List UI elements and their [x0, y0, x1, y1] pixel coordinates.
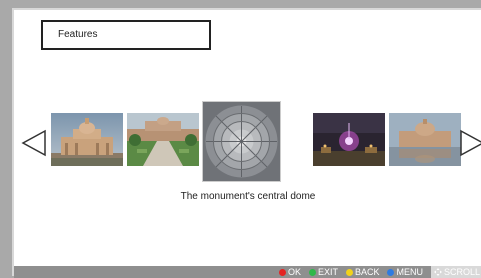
thumbnail-garden-courtyard[interactable]	[127, 113, 199, 166]
title-box: Features	[41, 20, 211, 50]
next-arrow-icon[interactable]	[459, 129, 481, 162]
green-dot-icon	[308, 268, 316, 276]
bottom-bar: OK EXIT BACK MENU SCROLL	[14, 266, 481, 278]
thumbnail-dome-interior[interactable]	[202, 101, 281, 182]
image-caption: The monument's central dome	[180, 191, 316, 202]
main-panel: Features The monument's central dome OK …	[12, 8, 481, 278]
blue-dot-icon	[387, 268, 395, 276]
red-dot-icon	[278, 268, 286, 276]
previous-arrow-icon[interactable]	[21, 129, 47, 162]
page-title: Features	[58, 29, 98, 40]
button-legend: OK EXIT BACK MENU SCROLL	[278, 266, 481, 278]
thumbnail-night-lights[interactable]	[313, 113, 385, 166]
scroll-arrows-icon	[433, 268, 442, 276]
thumbnail-temple-facade[interactable]	[51, 113, 123, 166]
thumbnail-temple-reflection[interactable]	[389, 113, 461, 166]
yellow-dot-icon	[345, 268, 353, 276]
scroll-hint[interactable]: SCROLL	[430, 266, 481, 278]
